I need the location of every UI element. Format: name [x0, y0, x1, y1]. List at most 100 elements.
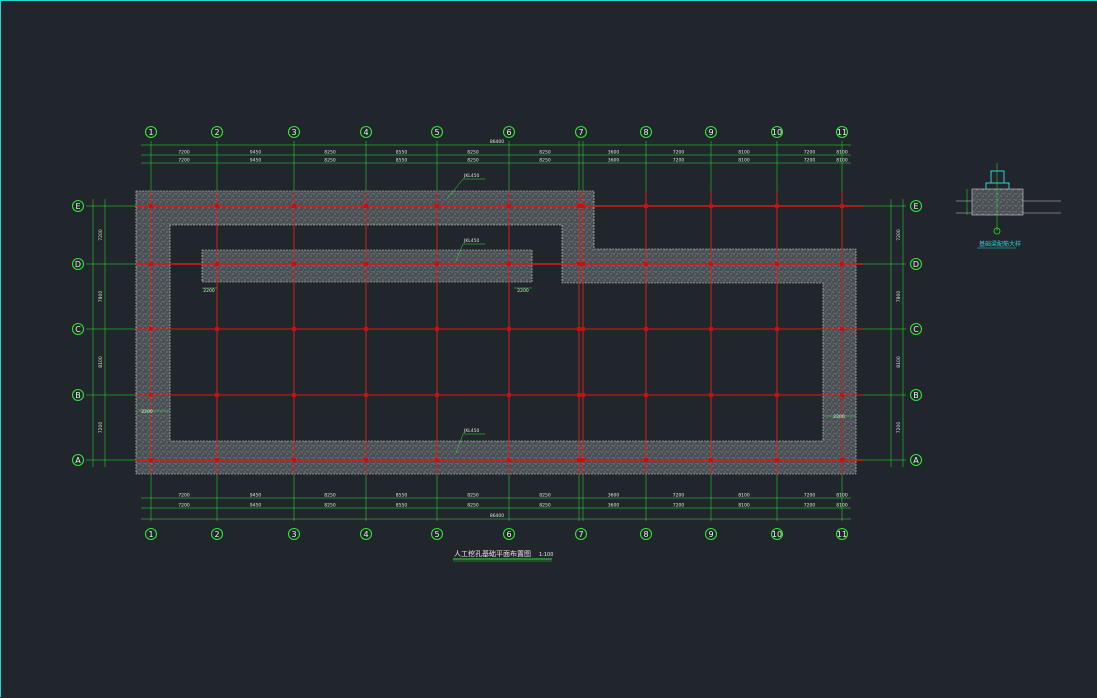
- pile-column: [581, 262, 585, 266]
- axis-bubble-bottom-6[interactable]: 6: [502, 527, 516, 541]
- pile-column: [644, 327, 648, 331]
- pile-column: [507, 204, 511, 208]
- axis-bubble-top-1[interactable]: 1: [144, 125, 158, 139]
- axis-bubble-top-4[interactable]: 4: [359, 125, 373, 139]
- axis-bubble-bottom-5[interactable]: 5: [430, 527, 444, 541]
- dim-bottom-r2-2: 8250: [324, 503, 336, 509]
- pile-column: [215, 204, 219, 208]
- pile-column: [215, 327, 219, 331]
- pile-column: [149, 327, 153, 331]
- axis-bubble-top-10[interactable]: 10: [770, 125, 784, 139]
- axis-bubble-top-11[interactable]: 11: [835, 125, 849, 139]
- svg-text:4: 4: [363, 530, 368, 539]
- dim-top-r2-1: 9450: [250, 158, 262, 164]
- axis-bubble-top-5[interactable]: 5: [430, 125, 444, 139]
- pile-column: [775, 327, 779, 331]
- axis-bubble-bottom-10[interactable]: 10: [770, 527, 784, 541]
- axis-bubble-left-A[interactable]: A: [71, 453, 85, 467]
- foundation-strip: [135, 190, 857, 475]
- axis-bubble-bottom-9[interactable]: 9: [704, 527, 718, 541]
- dim-top-r1-4: 8250: [467, 150, 479, 156]
- pile-column: [435, 327, 439, 331]
- dim-top-r2-3: 8550: [396, 158, 408, 164]
- axis-bubble-right-D[interactable]: D: [909, 257, 923, 271]
- pile-column: [215, 458, 219, 462]
- dim-right-0: 7200: [896, 229, 902, 241]
- offset-dims: 2200 2200 2200 2200: [139, 287, 856, 420]
- dim-top-r2-7: 7200: [673, 158, 685, 164]
- pile-column: [840, 393, 844, 397]
- pile-column: [644, 262, 648, 266]
- pile-column: [581, 458, 585, 462]
- dim-right-3: 7200: [896, 422, 902, 434]
- pile-column: [577, 204, 581, 208]
- axis-bubble-left-D[interactable]: D: [71, 257, 85, 271]
- axis-bubble-right-B[interactable]: B: [909, 388, 923, 402]
- pile-column: [364, 393, 368, 397]
- svg-text:11: 11: [837, 530, 847, 539]
- axis-bubble-top-2[interactable]: 2: [210, 125, 224, 139]
- axis-bubble-right-E[interactable]: E: [909, 199, 923, 213]
- axis-bubble-bottom-3[interactable]: 3: [287, 527, 301, 541]
- axis-bubble-bottom-2[interactable]: 2: [210, 527, 224, 541]
- axis-bubble-left-E[interactable]: E: [71, 199, 85, 213]
- dim-top-r2-2: 8250: [324, 158, 336, 164]
- pile-column: [364, 204, 368, 208]
- svg-text:6: 6: [506, 530, 511, 539]
- svg-text:7: 7: [578, 128, 583, 137]
- pile-column: [709, 262, 713, 266]
- dim-bottom-r2-9: 7200: [804, 503, 816, 509]
- axis-bubble-bottom-1[interactable]: 1: [144, 527, 158, 541]
- dim-bottom-r2-8: 8100: [738, 503, 750, 509]
- svg-text:8: 8: [643, 530, 648, 539]
- axis-bubble-bottom-7[interactable]: 7: [574, 527, 588, 541]
- foundation-plan-drawing[interactable]: 864007200 9450 8250 8550 8250 8250 3600 7200 810…: [1, 1, 1097, 698]
- dim-top-r1-3: 8550: [396, 150, 408, 156]
- axis-bubble-bottom-11[interactable]: 11: [835, 527, 849, 541]
- dim-left-1: 7800: [98, 291, 104, 303]
- svg-text:C: C: [913, 325, 919, 334]
- pile-column: [507, 393, 511, 397]
- pile-column: [709, 393, 713, 397]
- drawing-title: 人工挖孔基础平面布置图: [454, 549, 531, 558]
- dim-right-2: 8100: [896, 356, 902, 368]
- axis-bubble-bottom-4[interactable]: 4: [359, 527, 373, 541]
- axis-bubble-bottom-8[interactable]: 8: [639, 527, 653, 541]
- detail-title: 基础梁配筋大样: [979, 240, 1021, 248]
- pile-column: [435, 204, 439, 208]
- dim-bottom-r2-4: 8250: [467, 503, 479, 509]
- dim-bottom-total: 86400: [490, 513, 504, 519]
- cad-viewport[interactable]: 86400 7200 9450 8250 8550 8250 8250 3600 7200 810…: [0, 0, 1097, 697]
- dim-top-r2-8: 8100: [738, 158, 750, 164]
- dim-top-r1-9: 7200: [804, 150, 816, 156]
- dim-bottom-r1-6: 3600: [608, 493, 620, 499]
- axis-bubble-top-3[interactable]: 3: [287, 125, 301, 139]
- dim-bottom-r1-4: 8250: [467, 493, 479, 499]
- dim-top-r1-6: 3600: [608, 150, 620, 156]
- dim-top-total: 86400: [490, 139, 504, 145]
- pile-column: [840, 204, 844, 208]
- axis-bubble-top-6[interactable]: 6: [502, 125, 516, 139]
- pile-column: [577, 327, 581, 331]
- dim-bottom-r2-10: 8100: [836, 503, 848, 509]
- pile-column: [507, 458, 511, 462]
- svg-text:C: C: [75, 325, 81, 334]
- dim-top-r1-5: 8250: [539, 150, 551, 156]
- svg-text:1: 1: [148, 530, 153, 539]
- axis-bubble-right-C[interactable]: C: [909, 322, 923, 336]
- dim-top-r2-10: 8100: [836, 158, 848, 164]
- svg-text:4: 4: [363, 128, 368, 137]
- axis-bubble-right-A[interactable]: A: [909, 453, 923, 467]
- axis-bubble-left-B[interactable]: B: [71, 388, 85, 402]
- axis-bubble-left-C[interactable]: C: [71, 322, 85, 336]
- dim-bottom-r1-9: 7200: [804, 493, 816, 499]
- axis-bubble-top-8[interactable]: 8: [639, 125, 653, 139]
- svg-text:10: 10: [772, 128, 782, 137]
- svg-text:9: 9: [708, 530, 713, 539]
- axis-bubble-top-7[interactable]: 7: [574, 125, 588, 139]
- pile-column: [149, 204, 153, 208]
- svg-text:B: B: [75, 391, 81, 400]
- svg-text:2: 2: [214, 530, 219, 539]
- pile-column: [709, 327, 713, 331]
- axis-bubble-top-9[interactable]: 9: [704, 125, 718, 139]
